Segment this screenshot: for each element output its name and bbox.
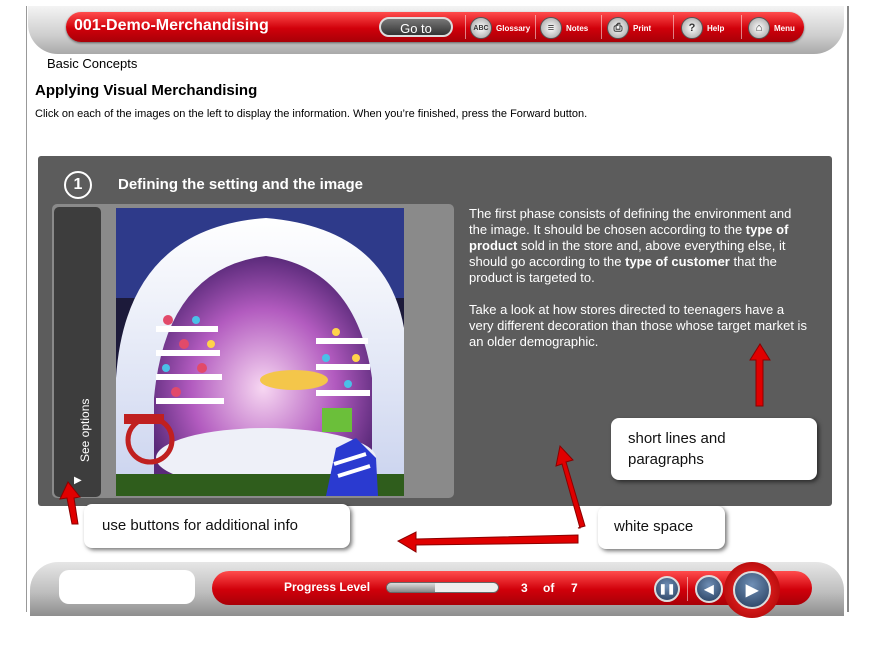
callout-short-lines: short lines and paragraphs: [611, 418, 817, 480]
callout-white-space: white space: [598, 506, 725, 549]
progress-bar: [386, 582, 499, 593]
page-total: 7: [571, 581, 578, 595]
pause-button[interactable]: ❚❚: [654, 576, 680, 602]
arrow-to-see-options: [59, 481, 81, 525]
arrow-to-left-text: [396, 531, 579, 553]
arrow-to-white-space: [555, 444, 586, 529]
nav-divider: [687, 577, 688, 601]
forward-button[interactable]: ▶: [733, 571, 771, 609]
page-of-label: of: [543, 581, 555, 595]
back-arrow-icon: ◀: [704, 582, 714, 596]
progress-label: Progress Level: [284, 580, 371, 594]
progress-fill: [387, 583, 435, 592]
forward-arrow-icon: ▶: [745, 582, 759, 599]
arrow-to-paragraph: [749, 343, 771, 407]
footer-blank-area: [59, 570, 195, 604]
back-button[interactable]: ◀: [695, 575, 723, 603]
pause-icon: ❚❚: [658, 583, 676, 595]
page-current: 3: [521, 581, 528, 595]
callout-use-buttons: use buttons for additional info: [84, 504, 350, 548]
annotation-arrows: [59, 343, 771, 553]
